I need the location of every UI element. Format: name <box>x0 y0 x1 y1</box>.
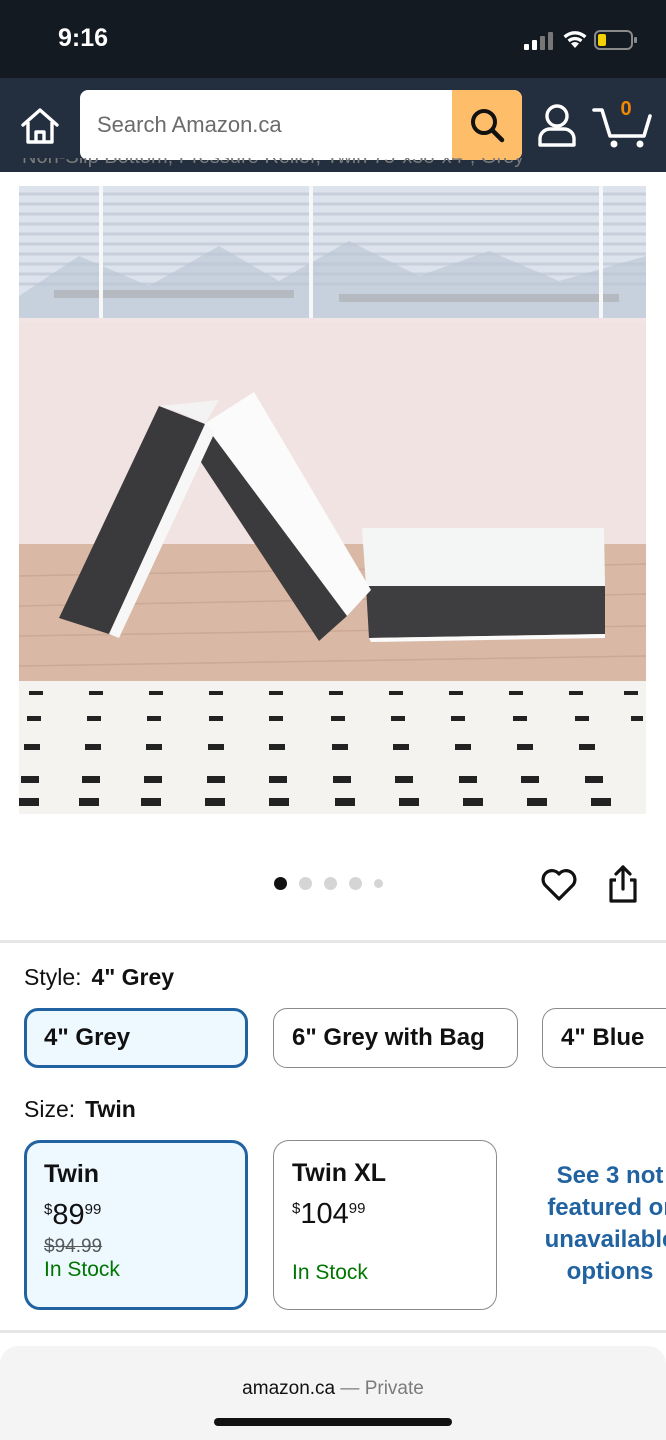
heart-icon[interactable] <box>540 866 578 904</box>
browser-domain: amazon.ca <box>242 1378 336 1399</box>
product-image[interactable] <box>19 186 646 814</box>
product-title-text: Non-Slip Bottom, Pressure Relief, Twin 7… <box>22 158 524 168</box>
mattress-photo <box>19 186 646 814</box>
carousel-dot[interactable] <box>274 877 287 890</box>
size-option-name: Twin XL <box>292 1159 386 1187</box>
section-divider <box>0 940 666 943</box>
size-option-price: $10499 <box>292 1198 478 1231</box>
style-selected-value: 4" Grey <box>91 964 175 990</box>
cart-button[interactable]: 0 <box>592 98 656 150</box>
size-label: Size: <box>24 1096 76 1122</box>
browser-separator: — <box>335 1378 365 1399</box>
status-bar: 9:16 <box>0 0 666 78</box>
carousel-dot[interactable] <box>324 877 337 890</box>
size-option-stock: In Stock <box>292 1261 368 1284</box>
home-indicator[interactable] <box>214 1418 452 1426</box>
search-icon <box>471 109 505 143</box>
size-option-list-price: $94.99 <box>44 1236 103 1257</box>
home-icon[interactable] <box>18 104 62 148</box>
status-time: 9:16 <box>58 24 109 52</box>
style-option-4-blue[interactable]: 4" Blue <box>542 1008 666 1068</box>
size-option-stock: In Stock <box>44 1258 120 1281</box>
see-more-text: See 3 not featured or unavailable options <box>544 1162 666 1285</box>
style-label: Style: <box>24 964 82 990</box>
search-input[interactable] <box>80 90 452 160</box>
product-title-fragment: Non-Slip Bottom, Pressure Relief, Twin 7… <box>22 158 642 178</box>
wifi-icon <box>563 31 587 48</box>
size-option-twin[interactable]: Twin $8999 $94.99 In Stock <box>24 1140 248 1310</box>
search-button[interactable] <box>452 90 522 160</box>
size-option-twin-xl[interactable]: Twin XL $10499 In Stock <box>273 1140 497 1310</box>
size-option-price: $8999 <box>44 1199 228 1232</box>
carousel-dot[interactable] <box>299 877 312 890</box>
account-icon[interactable] <box>536 102 578 148</box>
window-blinds <box>19 186 646 318</box>
price-cents: 99 <box>348 1200 366 1217</box>
size-selected-value: Twin <box>85 1096 136 1122</box>
share-icon[interactable] <box>606 864 640 904</box>
style-heading: Style: 4" Grey <box>24 964 174 991</box>
search-box <box>80 90 522 160</box>
size-heading: Size: Twin <box>24 1096 136 1123</box>
style-option-4-grey[interactable]: 4" Grey <box>24 1008 248 1068</box>
page: 9:16 Search Amazon.ca 0 Style: 4" Grey 4… <box>0 0 666 1440</box>
carousel-dot[interactable] <box>374 879 383 888</box>
price-whole: 104 <box>300 1198 349 1230</box>
browser-url: amazon.ca — Private <box>0 1378 666 1400</box>
price-whole: 89 <box>52 1199 85 1231</box>
browser-mode: Private <box>364 1378 424 1399</box>
cart-count: 0 <box>620 98 632 120</box>
style-option-6-grey-with-bag[interactable]: 6" Grey with Bag <box>273 1008 518 1068</box>
section-divider <box>0 1330 666 1333</box>
carousel-dot[interactable] <box>349 877 362 890</box>
battery-icon <box>594 30 637 50</box>
price-cents: 99 <box>84 1201 102 1218</box>
signal-icon <box>524 32 553 50</box>
size-option-name: Twin <box>44 1160 100 1188</box>
image-carousel-dots[interactable] <box>274 877 383 890</box>
browser-address-bar[interactable]: amazon.ca — Private <box>0 1346 666 1440</box>
see-more-options-link[interactable]: See 3 not featured or unavailable options <box>540 1160 666 1288</box>
